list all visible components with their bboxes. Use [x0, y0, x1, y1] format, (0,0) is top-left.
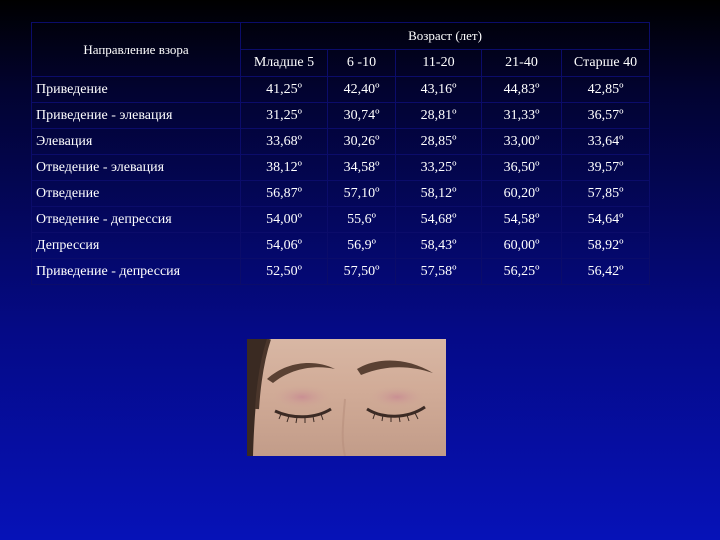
angle-value-cell: 31,25º — [240, 102, 328, 129]
direction-header: Направление взора — [31, 22, 241, 77]
table-row: Приведение - депрессия 52,50º 57,50º 57,58º… — [31, 258, 650, 285]
age-column-header: Старше 40 — [561, 49, 650, 77]
angle-value-cell: 58,12º — [395, 180, 482, 207]
angle-value-cell: 57,85º — [561, 180, 650, 207]
table-body: Приведение 41,25º 42,40º 43,16º 44,83º 42,85º… — [31, 76, 650, 285]
angle-value-cell: 58,43º — [395, 232, 482, 259]
angle-value-cell: 56,9º — [327, 232, 396, 259]
angle-value-cell: 56,42º — [561, 258, 650, 285]
angle-value-cell: 42,85º — [561, 76, 650, 103]
angle-value-cell: 60,00º — [481, 232, 562, 259]
gaze-direction-label: Отведение — [31, 180, 241, 207]
table-row: Приведение 41,25º 42,40º 43,16º 44,83º 42,85º — [31, 76, 650, 103]
angle-value-cell: 60,20º — [481, 180, 562, 207]
table-row: Приведение - элевация 31,25º 30,74º 28,81º 3… — [31, 102, 650, 129]
gaze-direction-label: Приведение — [31, 76, 241, 103]
gaze-angle-table: Направление взора Возраст (лет) Младше 5… — [31, 22, 650, 285]
age-header: Возраст (лет) — [240, 22, 650, 50]
closed-eyes-photo — [247, 339, 446, 456]
angle-value-cell: 28,81º — [395, 102, 482, 129]
angle-value-cell: 39,57º — [561, 154, 650, 181]
table-row: Депрессия 54,06º 56,9º 58,43º 60,00º 58,92º — [31, 232, 650, 259]
angle-value-cell: 41,25º — [240, 76, 328, 103]
angle-value-cell: 57,58º — [395, 258, 482, 285]
gaze-direction-label: Депрессия — [31, 232, 241, 259]
angle-value-cell: 58,92º — [561, 232, 650, 259]
table-row: Отведение 56,87º 57,10º 58,12º 60,20º 57,85º — [31, 180, 650, 207]
angle-value-cell: 38,12º — [240, 154, 328, 181]
age-column-header: 6 -10 — [327, 49, 396, 77]
age-column-header: 21-40 — [481, 49, 562, 77]
angle-value-cell: 54,58º — [481, 206, 562, 233]
angle-value-cell: 54,64º — [561, 206, 650, 233]
angle-value-cell: 57,10º — [327, 180, 396, 207]
age-column-header: 11-20 — [395, 49, 482, 77]
angle-value-cell: 54,00º — [240, 206, 328, 233]
angle-value-cell: 54,06º — [240, 232, 328, 259]
angle-value-cell: 31,33º — [481, 102, 562, 129]
angle-value-cell: 55,6º — [327, 206, 396, 233]
angle-value-cell: 30,26º — [327, 128, 396, 155]
table-row: Отведение - депрессия 54,00º 55,6º 54,68º 54… — [31, 206, 650, 233]
angle-value-cell: 57,50º — [327, 258, 396, 285]
angle-value-cell: 33,00º — [481, 128, 562, 155]
gaze-direction-label: Отведение - депрессия — [31, 206, 241, 233]
angle-value-cell: 28,85º — [395, 128, 482, 155]
gaze-direction-label: Приведение - элевация — [31, 102, 241, 129]
angle-value-cell: 34,58º — [327, 154, 396, 181]
gaze-direction-label: Приведение - депрессия — [31, 258, 241, 285]
table-row: Отведение - элевация 38,12º 34,58º 33,25º 36… — [31, 154, 650, 181]
gaze-direction-label: Отведение - элевация — [31, 154, 241, 181]
angle-value-cell: 36,50º — [481, 154, 562, 181]
angle-value-cell: 33,25º — [395, 154, 482, 181]
table-row: Элевация 33,68º 30,26º 28,85º 33,00º 33,64º — [31, 128, 650, 155]
angle-value-cell: 44,83º — [481, 76, 562, 103]
angle-value-cell: 56,87º — [240, 180, 328, 207]
angle-value-cell: 36,57º — [561, 102, 650, 129]
angle-value-cell: 42,40º — [327, 76, 396, 103]
angle-value-cell: 56,25º — [481, 258, 562, 285]
gaze-direction-label: Элевация — [31, 128, 241, 155]
angle-value-cell: 33,68º — [240, 128, 328, 155]
age-column-header: Младше 5 — [240, 49, 328, 77]
angle-value-cell: 54,68º — [395, 206, 482, 233]
angle-value-cell: 33,64º — [561, 128, 650, 155]
angle-value-cell: 43,16º — [395, 76, 482, 103]
angle-value-cell: 30,74º — [327, 102, 396, 129]
angle-value-cell: 52,50º — [240, 258, 328, 285]
